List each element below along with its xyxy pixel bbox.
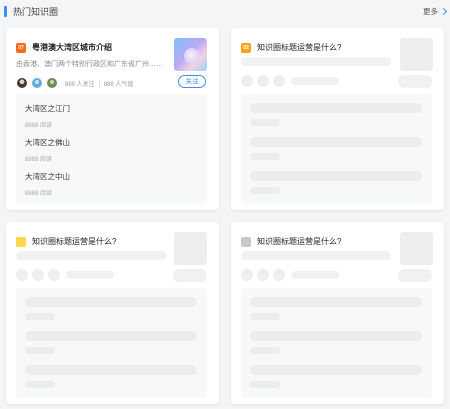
text-placeholder xyxy=(16,251,166,260)
card-title[interactable]: 知识圈标题运营是什么? xyxy=(32,236,116,247)
card-title[interactable]: 知识圈标题运营是什么? xyxy=(257,236,341,247)
cover-placeholder xyxy=(174,232,207,265)
section-title-group: 热门知识圈 xyxy=(4,5,58,18)
text-placeholder xyxy=(250,331,422,341)
text-placeholder xyxy=(25,381,55,388)
avatar-placeholder xyxy=(48,269,60,281)
avatar-placeholder xyxy=(273,269,285,281)
button-placeholder xyxy=(398,75,432,88)
read-count: 8888 阅读 xyxy=(25,123,53,129)
more-label: 更多 xyxy=(423,6,438,16)
text-placeholder xyxy=(25,313,55,320)
sub-topic-name: 大湾区之中山 xyxy=(25,172,70,181)
follow-button[interactable]: 关注 xyxy=(178,75,206,88)
avatar-placeholder xyxy=(241,75,253,87)
text-placeholder xyxy=(25,297,197,307)
text-placeholder xyxy=(25,365,197,375)
text-placeholder xyxy=(250,103,422,113)
text-placeholder xyxy=(250,119,280,126)
text-placeholder xyxy=(250,347,280,354)
text-placeholder xyxy=(250,313,280,320)
avatar-placeholder xyxy=(16,269,28,281)
card-title-row: 知识圈标题运营是什么? xyxy=(241,236,341,247)
card-title-row: 知识圈标题运营是什么? xyxy=(16,236,116,247)
avatar xyxy=(16,77,28,89)
section-title: 热门知识圈 xyxy=(13,6,59,17)
accent-bar xyxy=(4,5,7,17)
divider xyxy=(98,79,100,87)
list-placeholder xyxy=(16,288,207,398)
knowledge-circle-card[interactable]: 知识圈标题运营是什么? xyxy=(6,222,219,404)
list-item[interactable]: 大湾区之江门 8888 阅读 xyxy=(25,103,70,129)
sub-topic-name: 大湾区之江门 xyxy=(25,104,70,113)
avatar xyxy=(31,77,43,89)
knowledge-circle-card[interactable]: 知识圈标题运营是什么? xyxy=(231,222,444,404)
cover-placeholder xyxy=(400,232,433,265)
knowledge-circle-card[interactable]: 07 粤港澳大湾区城市介绍 由香港、澳门两个特别行政区和广东省广州…… 888 … xyxy=(6,28,219,210)
more-link[interactable]: 更多 xyxy=(423,6,448,17)
list-placeholder xyxy=(241,288,432,398)
list-item[interactable]: 大湾区之佛山 8888 阅读 xyxy=(25,137,70,163)
text-placeholder xyxy=(250,297,422,307)
list-placeholder xyxy=(241,94,432,204)
sub-topic-name: 大湾区之佛山 xyxy=(25,138,70,147)
avatar-placeholder xyxy=(32,269,44,281)
read-count: 8888 阅读 xyxy=(25,191,53,197)
avatar-placeholder xyxy=(257,75,269,87)
text-placeholder xyxy=(66,271,114,279)
circle-cover-image xyxy=(174,38,207,71)
avatar xyxy=(46,77,58,89)
text-placeholder xyxy=(291,77,339,85)
card-title-row: 07 粤港澳大湾区城市介绍 xyxy=(16,42,112,53)
text-placeholder xyxy=(250,137,422,147)
rank-badge-icon: 07 xyxy=(16,42,26,53)
rank-badge-icon xyxy=(241,236,251,247)
chevron-right-icon xyxy=(439,7,448,15)
rank-badge-icon: 02 xyxy=(241,42,251,53)
card-meta: 888 人关注 888 人气值 xyxy=(16,77,133,89)
text-placeholder xyxy=(250,381,280,388)
text-placeholder xyxy=(250,153,280,160)
card-title[interactable]: 知识圈标题运营是什么? xyxy=(257,42,341,53)
card-title[interactable]: 粤港澳大湾区城市介绍 xyxy=(32,42,112,53)
sub-topic-list: 大湾区之江门 8888 阅读 大湾区之佛山 8888 阅读 大湾区之中山 888… xyxy=(16,94,207,204)
read-count: 8888 阅读 xyxy=(25,157,53,163)
button-placeholder xyxy=(398,269,432,282)
text-placeholder xyxy=(241,251,391,260)
knowledge-circle-card[interactable]: 02 知识圈标题运营是什么? xyxy=(231,28,444,210)
text-placeholder xyxy=(250,187,280,194)
card-description: 由香港、澳门两个特别行政区和广东省广州…… xyxy=(16,61,163,68)
button-placeholder xyxy=(173,269,207,282)
text-placeholder xyxy=(241,57,391,66)
text-placeholder xyxy=(250,365,422,375)
avatar-placeholder xyxy=(257,269,269,281)
text-placeholder xyxy=(25,331,197,341)
list-item[interactable]: 大湾区之中山 8888 阅读 xyxy=(25,171,70,197)
section-header: 热门知识圈 更多 xyxy=(0,0,450,22)
avatar-placeholder xyxy=(273,75,285,87)
text-placeholder xyxy=(291,271,339,279)
text-placeholder xyxy=(250,171,422,181)
text-placeholder xyxy=(25,347,55,354)
cover-placeholder xyxy=(400,38,433,71)
card-title-row: 02 知识圈标题运营是什么? xyxy=(241,42,341,53)
avatar-placeholder xyxy=(241,269,253,281)
followers-count: 888 人关注 xyxy=(65,81,95,88)
rank-badge-icon xyxy=(16,236,26,247)
popularity-count: 888 人气值 xyxy=(103,81,134,88)
